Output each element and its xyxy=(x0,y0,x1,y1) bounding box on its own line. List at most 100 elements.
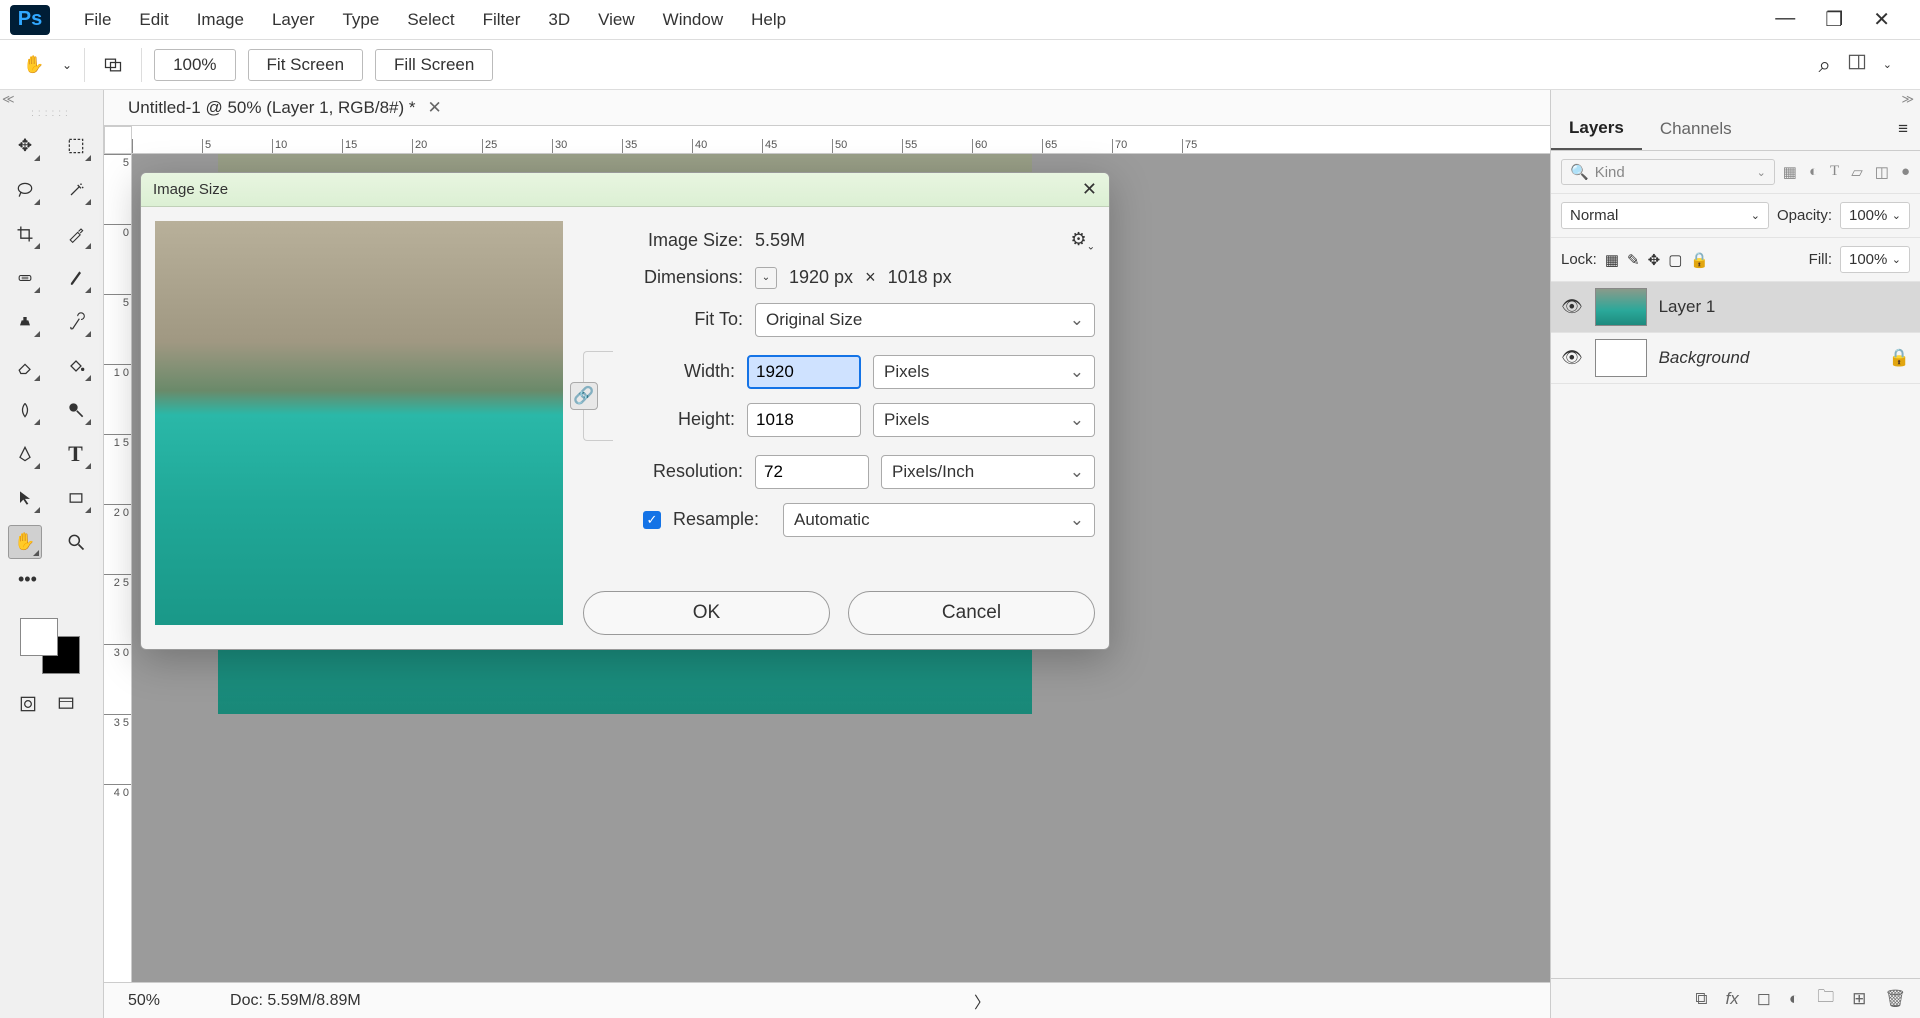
filter-pixel-icon[interactable]: ▦ xyxy=(1783,163,1797,181)
type-tool[interactable]: T xyxy=(59,437,93,471)
dialog-preview-image[interactable] xyxy=(155,221,563,625)
window-maximize[interactable]: ❐ xyxy=(1825,7,1843,32)
tab-channels[interactable]: Channels xyxy=(1642,109,1750,149)
magic-wand-tool[interactable] xyxy=(59,173,93,207)
color-swatches[interactable] xyxy=(20,618,80,674)
menu-edit[interactable]: Edit xyxy=(125,4,182,36)
lock-icon[interactable]: 🔒 xyxy=(1889,348,1910,368)
marquee-tool[interactable] xyxy=(59,129,93,163)
eyedropper-tool[interactable] xyxy=(59,217,93,251)
lasso-tool[interactable] xyxy=(8,173,42,207)
menu-3d[interactable]: 3D xyxy=(534,4,584,36)
delete-layer-icon[interactable]: 🗑 xyxy=(1884,989,1906,1009)
pen-tool[interactable] xyxy=(8,437,42,471)
menu-file[interactable]: File xyxy=(70,4,125,36)
lock-image-icon[interactable]: ✎ xyxy=(1627,251,1640,269)
window-close[interactable]: ✕ xyxy=(1873,7,1890,32)
hand-tool[interactable]: ✋ xyxy=(8,525,42,559)
menu-view[interactable]: View xyxy=(584,4,649,36)
cancel-button[interactable]: Cancel xyxy=(848,591,1095,635)
layer-filter-kind[interactable]: 🔍 Kind ⌄ xyxy=(1561,159,1775,185)
lock-all-icon[interactable]: 🔒 xyxy=(1690,251,1709,269)
scroll-all-windows-icon[interactable] xyxy=(97,52,129,78)
add-mask-icon[interactable]: ◻ xyxy=(1757,989,1771,1009)
close-tab-icon[interactable]: ✕ xyxy=(428,98,442,118)
lock-artboard-icon[interactable]: ▢ xyxy=(1668,251,1682,269)
blur-tool[interactable] xyxy=(8,393,42,427)
tool-preset-chevron[interactable]: ⌄ xyxy=(62,58,72,72)
new-layer-icon[interactable]: ⊞ xyxy=(1852,989,1866,1009)
resolution-input[interactable] xyxy=(755,455,869,489)
layer-name[interactable]: Background xyxy=(1659,348,1750,368)
vertical-ruler[interactable]: 5051 01 52 02 53 03 54 0 xyxy=(104,154,132,982)
lock-transparent-icon[interactable]: ▦ xyxy=(1605,251,1619,269)
screen-mode-icon[interactable] xyxy=(56,694,76,719)
filter-toggle-icon[interactable]: ● xyxy=(1901,163,1910,181)
adjustment-layer-icon[interactable]: ◐ xyxy=(1789,989,1799,1009)
window-minimize[interactable]: — xyxy=(1775,7,1795,32)
path-selection-tool[interactable] xyxy=(8,481,42,515)
link-layers-icon[interactable]: ⧉ xyxy=(1695,989,1707,1009)
height-input[interactable] xyxy=(747,403,861,437)
menu-window[interactable]: Window xyxy=(649,4,737,36)
chevron-down-icon[interactable]: ⌄ xyxy=(1883,58,1892,71)
rectangle-tool[interactable] xyxy=(59,481,93,515)
crop-tool[interactable] xyxy=(8,217,42,251)
foreground-color[interactable] xyxy=(20,618,58,656)
status-chevron-icon[interactable]: 〉 xyxy=(974,989,990,1013)
move-tool[interactable]: ✥ xyxy=(8,129,42,163)
lock-position-icon[interactable]: ✥ xyxy=(1648,251,1661,269)
blend-mode-select[interactable]: Normal⌄ xyxy=(1561,202,1769,229)
brush-tool[interactable] xyxy=(59,261,93,295)
visibility-icon[interactable]: 👁 xyxy=(1561,297,1583,317)
document-tab[interactable]: Untitled-1 @ 50% (Layer 1, RGB/8#) * ✕ xyxy=(104,90,1550,126)
new-group-icon[interactable]: 🗀 xyxy=(1817,984,1834,1013)
status-zoom[interactable]: 50% xyxy=(128,992,160,1010)
zoom-tool[interactable] xyxy=(59,525,93,559)
healing-brush-tool[interactable] xyxy=(8,261,42,295)
clone-stamp-tool[interactable] xyxy=(8,305,42,339)
history-brush-tool[interactable] xyxy=(59,305,93,339)
resolution-unit-select[interactable]: Pixels/Inch⌄ xyxy=(881,455,1095,489)
search-icon[interactable]: ⌕ xyxy=(1818,52,1830,78)
menu-image[interactable]: Image xyxy=(183,4,258,36)
resample-select[interactable]: Automatic⌄ xyxy=(783,503,1095,537)
dialog-titlebar[interactable]: Image Size ✕ xyxy=(141,173,1109,207)
collapse-panels-icon[interactable]: ≫ xyxy=(1551,90,1920,108)
menu-help[interactable]: Help xyxy=(737,4,800,36)
menu-type[interactable]: Type xyxy=(328,4,393,36)
filter-shape-icon[interactable]: ▱ xyxy=(1851,163,1863,181)
resample-checkbox[interactable]: ✓ xyxy=(643,511,661,529)
fill-value[interactable]: 100%⌄ xyxy=(1840,246,1910,273)
filter-type-icon[interactable]: T xyxy=(1830,163,1839,181)
layer-item[interactable]: 👁 Background 🔒 xyxy=(1551,333,1920,384)
status-doc-size[interactable]: Doc: 5.59M/8.89M xyxy=(230,992,361,1010)
layer-name[interactable]: Layer 1 xyxy=(1659,297,1716,317)
fit-to-select[interactable]: Original Size⌄ xyxy=(755,303,1095,337)
layer-thumbnail[interactable] xyxy=(1595,339,1647,377)
menu-filter[interactable]: Filter xyxy=(469,4,535,36)
filter-adjustment-icon[interactable]: ◐ xyxy=(1809,163,1818,181)
gear-icon[interactable]: ⚙⌄ xyxy=(1070,229,1095,253)
height-unit-select[interactable]: Pixels⌄ xyxy=(873,403,1095,437)
constrain-proportions-button[interactable]: 🔗 xyxy=(570,382,598,410)
tab-layers[interactable]: Layers xyxy=(1551,108,1642,150)
fit-screen-button[interactable]: Fit Screen xyxy=(248,49,363,81)
filter-smart-icon[interactable]: ◫ xyxy=(1875,163,1889,181)
dimensions-unit-button[interactable]: ⌄ xyxy=(755,267,777,289)
paint-bucket-tool[interactable] xyxy=(59,349,93,383)
layer-fx-icon[interactable]: fx xyxy=(1726,989,1739,1009)
dodge-tool[interactable] xyxy=(59,393,93,427)
quick-mask-icon[interactable] xyxy=(18,694,38,719)
menu-select[interactable]: Select xyxy=(393,4,468,36)
hand-tool-icon[interactable]: ✋ xyxy=(18,52,50,78)
menu-layer[interactable]: Layer xyxy=(258,4,329,36)
opacity-value[interactable]: 100%⌄ xyxy=(1840,202,1910,229)
width-unit-select[interactable]: Pixels⌄ xyxy=(873,355,1095,389)
layer-thumbnail[interactable] xyxy=(1595,288,1647,326)
zoom-level-button[interactable]: 100% xyxy=(154,49,235,81)
panel-menu-icon[interactable]: ≡ xyxy=(1886,119,1920,139)
layer-item[interactable]: 👁 Layer 1 xyxy=(1551,282,1920,333)
eraser-tool[interactable] xyxy=(8,349,42,383)
width-input[interactable] xyxy=(747,355,861,389)
